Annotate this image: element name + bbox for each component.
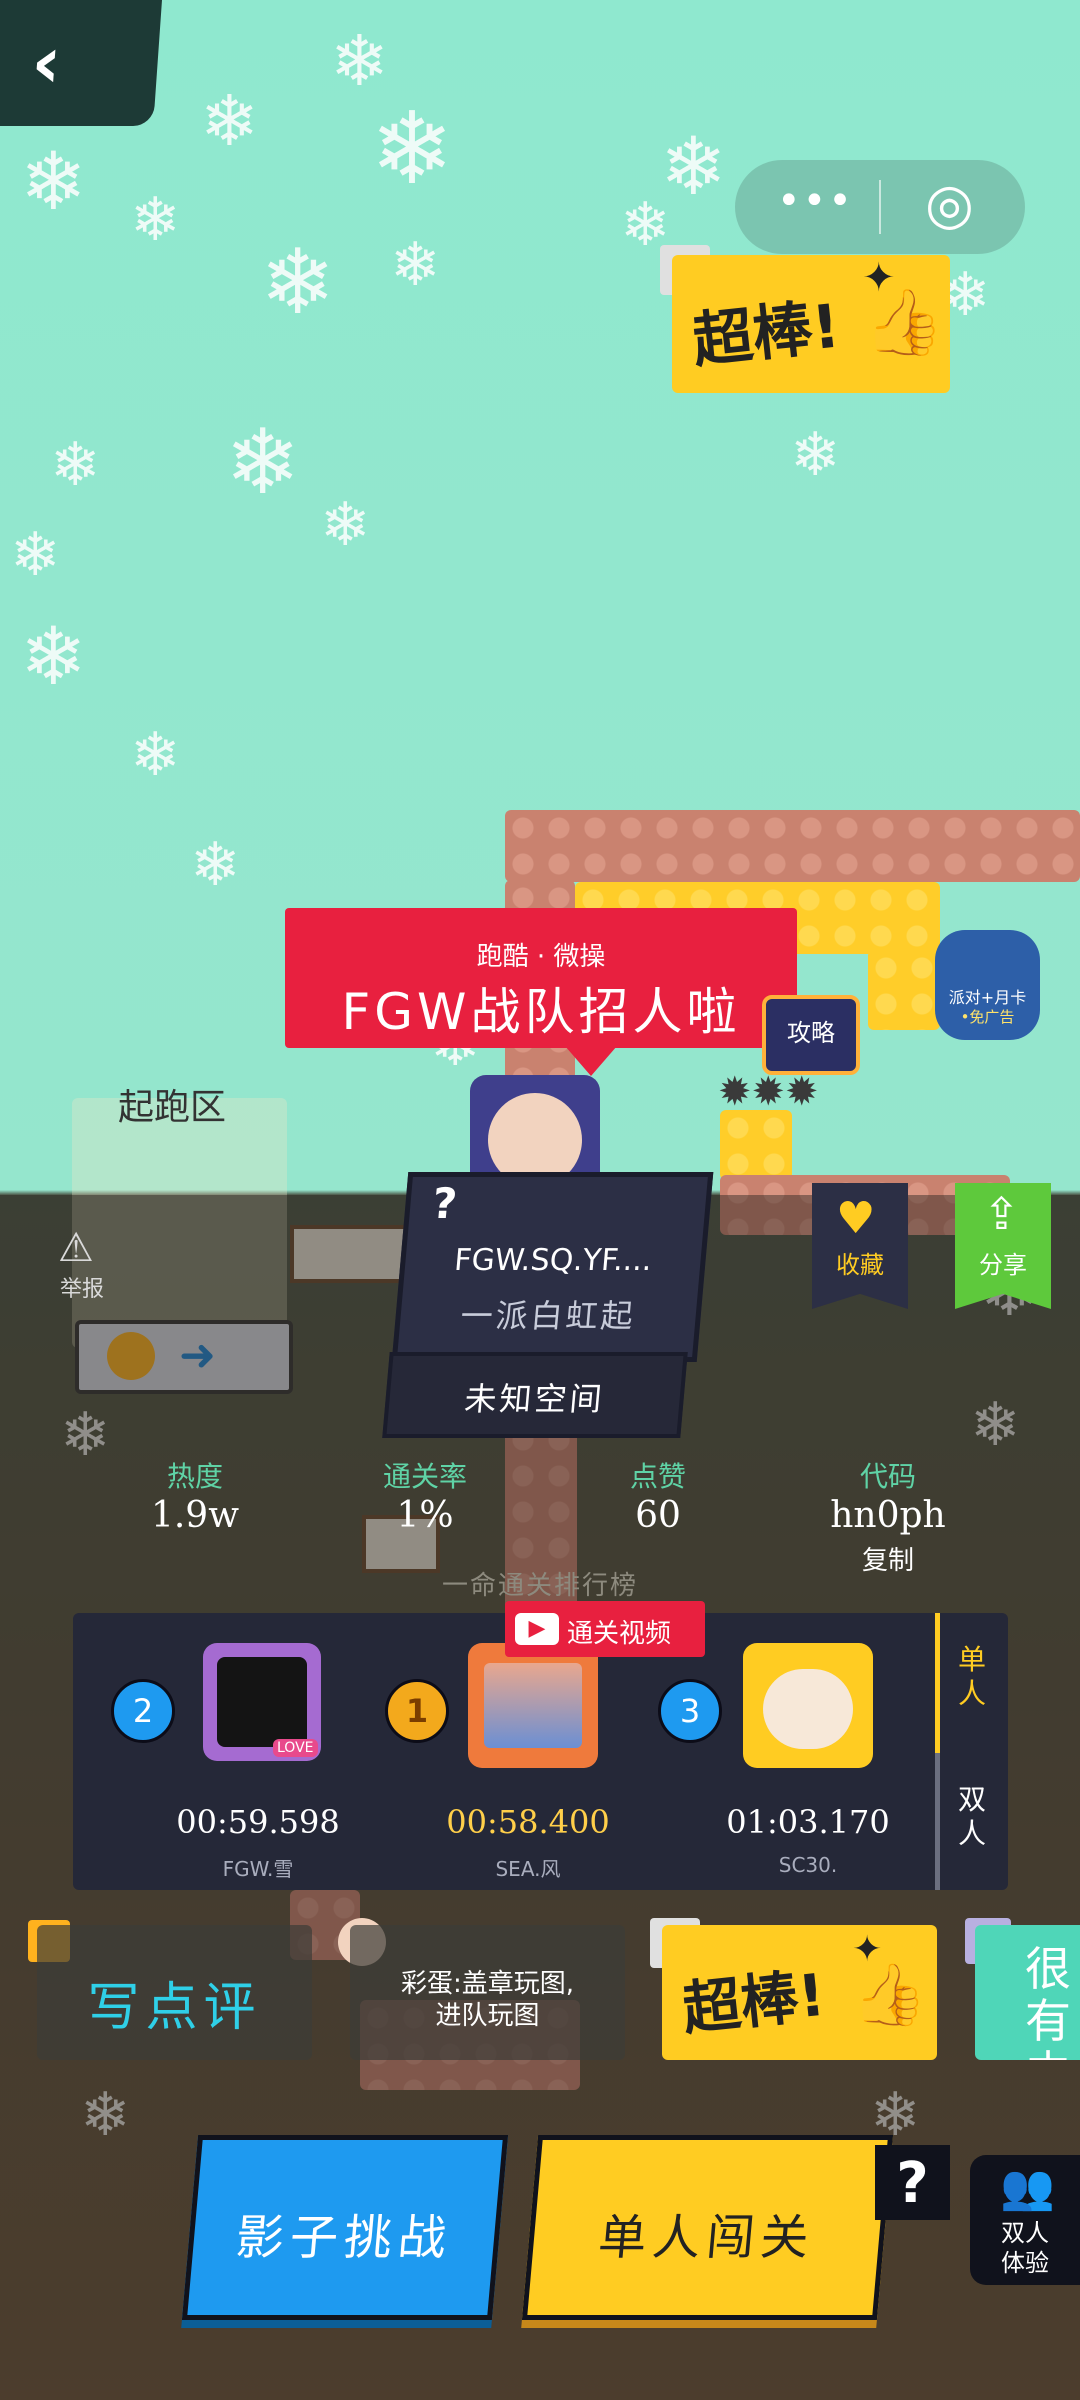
single-play-label: 单人闯关 (596, 2210, 818, 2266)
avatar-inner (484, 1663, 582, 1748)
promo-badge[interactable]: 派对+月卡 •免广告 (935, 930, 1040, 1040)
space-tag[interactable]: 未知空间 (382, 1352, 688, 1438)
shadow-challenge-button[interactable]: 影子挑战 (181, 2135, 509, 2320)
promo-label: 派对+月卡 (948, 988, 1027, 1007)
level-yellow-small (720, 1110, 792, 1180)
capsule-menu: ••• ◎ (735, 160, 1025, 254)
rank-player-name: SC30. (778, 1853, 838, 1877)
rank-time: 01:03.170 (726, 1803, 890, 1841)
avatar-inner (763, 1669, 853, 1749)
favorite-label: 收藏 (836, 1251, 884, 1279)
stat-clear-rate-label: 通关率 (382, 1460, 467, 1493)
report-button[interactable]: ⚠ 举报 (50, 1225, 110, 1305)
stat-code-label: 代码 (859, 1460, 916, 1493)
share-button[interactable]: ⇪ 分享 (955, 1183, 1051, 1309)
favorite-button[interactable]: ♥ 收藏 (812, 1183, 908, 1309)
comment-text-line2: 进队玩图 (435, 2001, 540, 2031)
banner-title: FGW战队招人啦 (341, 983, 741, 1041)
report-label: 举报 (60, 1277, 105, 1302)
spike-hazard: ✹✹✹ (718, 1069, 819, 1115)
level-subtitle: 一派白虹起 (459, 1297, 638, 1335)
praise-text: 超棒! (679, 1960, 829, 2044)
comment-card-partial[interactable]: 很有内 (975, 1925, 1080, 2060)
rank-player-name: FGW.雪 (222, 1857, 294, 1881)
capsule-divider (879, 180, 881, 234)
sparkle-icon: ✦ (852, 1929, 883, 1970)
praise-text: 超棒! (689, 291, 844, 377)
praise-badge: 超棒! 👍 ✦ (672, 255, 950, 393)
help-button[interactable]: ? (875, 2145, 950, 2220)
help-icon[interactable]: ? (430, 1179, 459, 1228)
sparkle-icon: ✦ (862, 255, 896, 301)
duo-label-line2: 体验 (1001, 2249, 1049, 2277)
tab-indicator-inactive (935, 1753, 940, 1890)
stat-heat: 热度 1.9w (115, 1455, 275, 1536)
stat-heat-label: 热度 (166, 1460, 223, 1493)
duo-experience-button[interactable]: 👥 双人 体验 (970, 2155, 1080, 2285)
tab-indicator (935, 1613, 940, 1753)
tab-double[interactable]: 双人 (958, 1783, 988, 1851)
stat-code-value: hn0ph (830, 1495, 946, 1536)
share-icon: ⇪ (983, 1189, 1020, 1240)
chevron-left-icon: ‹ (28, 20, 65, 104)
more-icon[interactable]: ••• (777, 178, 854, 224)
guide-button[interactable]: 攻略 (762, 995, 860, 1075)
video-icon: ▶ (515, 1613, 559, 1645)
start-zone-label: 起跑区 (118, 1087, 227, 1128)
stat-code[interactable]: 代码 hn0ph 复制 (808, 1455, 968, 1577)
leaderboard-panel: 2 LOVE 00:59.598 FGW.雪 1 ▶ 通关视频 00:58.40… (73, 1601, 1008, 1890)
rank-badge: 2 (111, 1679, 175, 1743)
comment-partial-text: 很有内 (1025, 1942, 1071, 2060)
rank-player-name: SEA.风 (495, 1857, 561, 1881)
write-review-label: 写点评 (87, 1978, 262, 2038)
stat-likes-label: 点赞 (629, 1460, 686, 1493)
comment-praise-card[interactable]: 超棒! 👍 ✦ (662, 1925, 937, 2060)
player-avatar[interactable] (743, 1643, 873, 1768)
level-banner: 跑酷 · 微操 FGW战队招人啦 (285, 908, 797, 1048)
rank-badge: 3 (658, 1679, 722, 1743)
banner-subtitle: 跑酷 · 微操 (476, 942, 606, 972)
player-avatar[interactable] (468, 1643, 598, 1768)
leaderboard-title: 一命通关排行榜 (441, 1571, 638, 1601)
warning-icon: ⚠ (58, 1225, 94, 1271)
promo-sub: •免广告 (960, 1008, 1015, 1026)
help-icon: ? (896, 2151, 929, 2216)
single-play-button[interactable]: 单人闯关 (521, 2135, 894, 2320)
close-icon[interactable]: ◎ (925, 172, 974, 237)
level-brick-top (505, 810, 1080, 882)
write-review-button[interactable]: 写点评 (37, 1925, 312, 2060)
clear-video-label: 通关视频 (567, 1619, 672, 1649)
rank-time: 00:59.598 (176, 1803, 340, 1841)
guide-label: 攻略 (787, 1019, 835, 1047)
stat-clear-rate-value: 1% (396, 1495, 454, 1536)
heart-icon: ♥ (836, 1193, 876, 1244)
stat-clear-rate: 通关率 1% (345, 1455, 505, 1536)
shadow-challenge-label: 影子挑战 (233, 2210, 455, 2266)
avatar-inner (217, 1657, 307, 1747)
player-avatar[interactable]: LOVE (203, 1643, 321, 1761)
love-sticker: LOVE (273, 1739, 318, 1757)
comment-card[interactable]: 彩蛋:盖章玩图, 进队玩图 (350, 1925, 625, 2060)
clear-video-button[interactable]: ▶ 通关视频 (505, 1601, 705, 1657)
duo-icon: 👥 (1000, 2162, 1055, 2213)
stat-likes: 点赞 60 (578, 1455, 738, 1536)
stat-likes-value: 60 (635, 1495, 681, 1536)
rank-time: 00:58.400 (446, 1803, 610, 1841)
back-button[interactable]: ‹ (0, 0, 162, 126)
tab-single[interactable]: 单人 (958, 1643, 988, 1711)
level-info-card: ? FGW.SQ.YF.... 一派白虹起 (391, 1172, 714, 1362)
share-label: 分享 (979, 1251, 1027, 1279)
level-yellow-column (868, 950, 940, 1030)
stat-heat-value: 1.9w (150, 1495, 240, 1536)
space-label: 未知空间 (462, 1380, 607, 1418)
rank-badge-gold: 1 (385, 1679, 449, 1743)
banner-tail (565, 1046, 617, 1076)
level-name: FGW.SQ.YF.... (452, 1243, 654, 1278)
